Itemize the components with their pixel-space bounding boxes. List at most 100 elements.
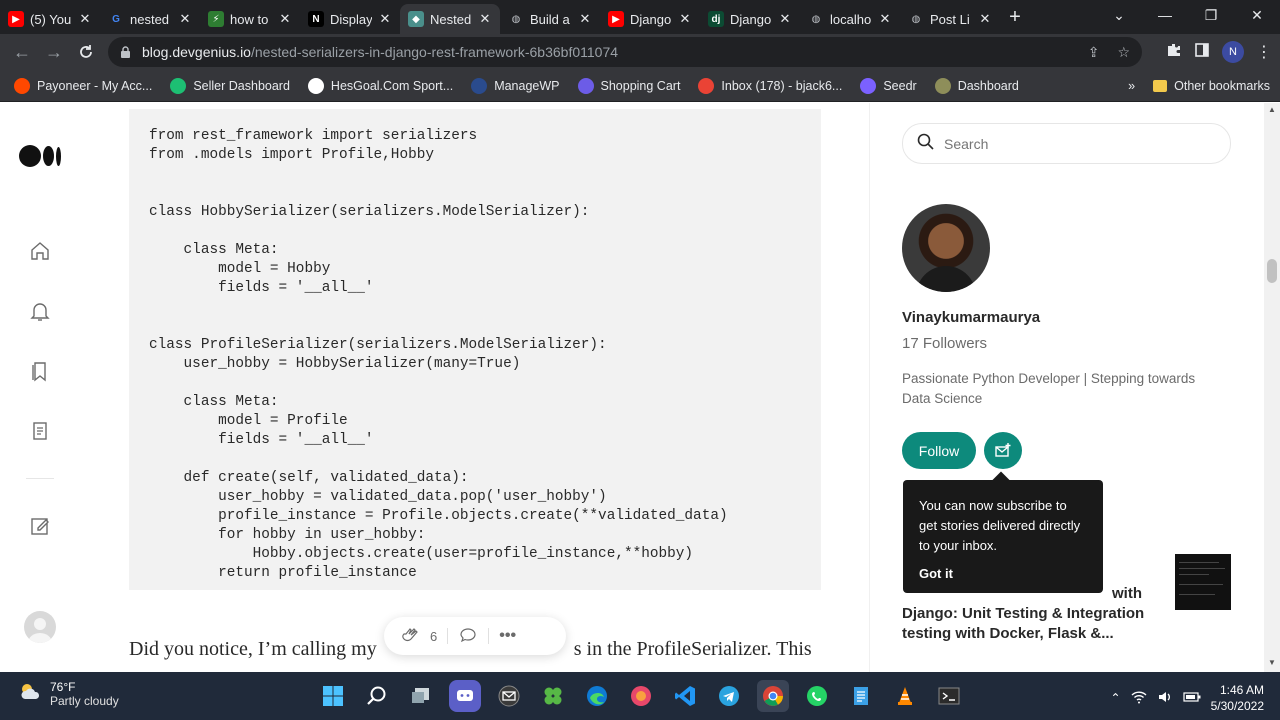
notifications-bell-icon[interactable] xyxy=(28,299,52,323)
profile-avatar[interactable]: N xyxy=(1222,41,1244,63)
side-panel-icon[interactable] xyxy=(1194,42,1210,63)
bookmark-favicon-icon xyxy=(698,77,715,94)
bookmark-item[interactable]: Payoneer - My Acc... xyxy=(14,77,152,94)
whatsapp-icon[interactable] xyxy=(801,680,833,712)
bookmark-item[interactable]: Inbox (178) - bjack6... xyxy=(698,77,842,94)
other-bookmarks[interactable]: Other bookmarks xyxy=(1153,79,1270,93)
mail-app-icon[interactable] xyxy=(493,680,525,712)
scroll-up-arrow[interactable]: ▲ xyxy=(1266,105,1278,115)
lists-bookmark-icon[interactable] xyxy=(28,359,52,383)
scrollbar-thumb[interactable] xyxy=(1267,259,1277,283)
tab-search-icon[interactable]: ⌄ xyxy=(1096,0,1142,30)
start-windows-icon[interactable] xyxy=(317,680,349,712)
chrome-icon[interactable] xyxy=(757,680,789,712)
author-followers[interactable]: 17 Followers xyxy=(902,335,987,352)
terminal-icon[interactable] xyxy=(933,680,965,712)
subscribe-tooltip: You can now subscribe to get stories del… xyxy=(903,471,1103,593)
notepad-icon[interactable] xyxy=(845,680,877,712)
clap-icon[interactable] xyxy=(400,625,420,648)
write-icon[interactable] xyxy=(28,514,52,538)
bookmark-item[interactable]: Seller Dashboard xyxy=(170,77,290,94)
clover-app-icon[interactable] xyxy=(537,680,569,712)
close-tab-icon[interactable]: ✕ xyxy=(978,11,992,27)
battery-icon[interactable] xyxy=(1183,691,1201,706)
browser-tab[interactable]: N Display ✕ xyxy=(300,4,400,34)
scroll-down-arrow[interactable]: ▼ xyxy=(1266,658,1278,668)
share-icon[interactable]: ⇪ xyxy=(1088,44,1100,61)
wifi-icon[interactable] xyxy=(1131,690,1147,707)
close-tab-icon[interactable]: ✕ xyxy=(678,11,692,27)
forward-icon[interactable]: → xyxy=(38,36,70,68)
bookmark-item[interactable]: Shopping Cart xyxy=(577,77,680,94)
back-icon[interactable]: ← xyxy=(6,36,38,68)
browser-tab[interactable]: ⚡ how to ✕ xyxy=(200,4,300,34)
clock[interactable]: 1:46 AM 5/30/2022 xyxy=(1211,682,1264,714)
scrollbar-track[interactable] xyxy=(1264,103,1280,672)
system-tray: ⌃ 1:46 AM 5/30/2022 xyxy=(1111,682,1264,714)
browser-tab[interactable]: ◍ Post Li ✕ xyxy=(900,4,1000,34)
bookmark-item[interactable]: HesGoal.Com Sport... xyxy=(307,77,453,94)
home-icon[interactable] xyxy=(28,239,52,263)
minimize-button[interactable]: — xyxy=(1142,0,1188,30)
subscribe-email-button[interactable] xyxy=(984,432,1022,469)
teams-chat-icon[interactable] xyxy=(449,680,481,712)
new-tab-button[interactable]: + xyxy=(1000,6,1030,29)
browser-tab[interactable]: ◍ localho ✕ xyxy=(800,4,900,34)
close-tab-icon[interactable]: ✕ xyxy=(178,11,192,27)
related-story-thumbnail[interactable] xyxy=(1175,554,1231,610)
extensions-icon[interactable] xyxy=(1166,42,1182,63)
folder-icon xyxy=(1153,79,1168,92)
menu-icon[interactable]: ⋮ xyxy=(1256,42,1272,62)
bookmark-item[interactable]: Seedr xyxy=(860,77,917,94)
reload-icon[interactable] xyxy=(70,36,102,68)
search-taskbar-icon[interactable] xyxy=(361,680,393,712)
close-tab-icon[interactable]: ✕ xyxy=(478,11,492,27)
browser-tab[interactable]: ◆ Nested ✕ xyxy=(400,4,500,34)
bookmarks-overflow-icon[interactable]: » xyxy=(1128,79,1135,93)
follow-button[interactable]: Follow xyxy=(902,432,976,469)
bookmark-star-icon[interactable]: ☆ xyxy=(1117,44,1130,61)
sidebar-divider xyxy=(869,103,870,672)
browser-tab[interactable]: ▶ (5) You ✕ xyxy=(0,4,100,34)
bookmark-item[interactable]: ManageWP xyxy=(471,77,560,94)
telegram-icon[interactable] xyxy=(713,680,745,712)
color-app-icon[interactable] xyxy=(625,680,657,712)
medium-logo[interactable] xyxy=(19,145,61,167)
browser-tab[interactable]: dj Django ✕ xyxy=(700,4,800,34)
tray-overflow-icon[interactable]: ⌃ xyxy=(1111,691,1121,705)
weather-widget[interactable]: 76°F Partly cloudy xyxy=(18,680,119,708)
related-story-title[interactable]: with Django: Unit Testing & Integration … xyxy=(902,584,1162,644)
browser-tab[interactable]: ▶ Django ✕ xyxy=(600,4,700,34)
close-tab-icon[interactable]: ✕ xyxy=(78,11,92,27)
task-view-icon[interactable] xyxy=(405,680,437,712)
browser-toolbar: ← → blog.devgenius.io/nested-serializers… xyxy=(0,34,1280,70)
bookmark-item[interactable]: Dashboard xyxy=(934,77,1019,94)
more-options-icon[interactable]: ••• xyxy=(499,627,516,645)
close-tab-icon[interactable]: ✕ xyxy=(278,11,292,27)
comment-icon[interactable] xyxy=(458,625,478,648)
search-box[interactable] xyxy=(902,123,1231,164)
close-window-button[interactable]: ✕ xyxy=(1234,0,1280,30)
close-tab-icon[interactable]: ✕ xyxy=(578,11,592,27)
author-photo[interactable] xyxy=(902,204,990,292)
browser-tab[interactable]: ◍ Build a ✕ xyxy=(500,4,600,34)
stories-icon[interactable] xyxy=(28,419,52,443)
address-bar[interactable]: blog.devgenius.io/nested-serializers-in-… xyxy=(108,37,1142,67)
edge-browser-icon[interactable] xyxy=(581,680,613,712)
tab-title: Post Li xyxy=(930,11,970,27)
rail-divider xyxy=(26,478,54,479)
restore-button[interactable]: ❐ xyxy=(1188,0,1234,30)
close-tab-icon[interactable]: ✕ xyxy=(378,11,392,27)
google-favicon-icon: G xyxy=(112,13,120,25)
volume-icon[interactable] xyxy=(1157,690,1173,707)
vscode-icon[interactable] xyxy=(669,680,701,712)
got-it-button[interactable]: Got it xyxy=(919,564,1087,584)
search-input[interactable] xyxy=(944,135,1204,152)
user-avatar[interactable] xyxy=(24,611,56,643)
author-name[interactable]: Vinaykumarmaurya xyxy=(902,309,1040,326)
vlc-icon[interactable] xyxy=(889,680,921,712)
close-tab-icon[interactable]: ✕ xyxy=(778,11,792,27)
browser-tab[interactable]: Gnested ✕ xyxy=(100,4,200,34)
close-tab-icon[interactable]: ✕ xyxy=(878,11,892,27)
lock-icon[interactable] xyxy=(120,46,132,58)
